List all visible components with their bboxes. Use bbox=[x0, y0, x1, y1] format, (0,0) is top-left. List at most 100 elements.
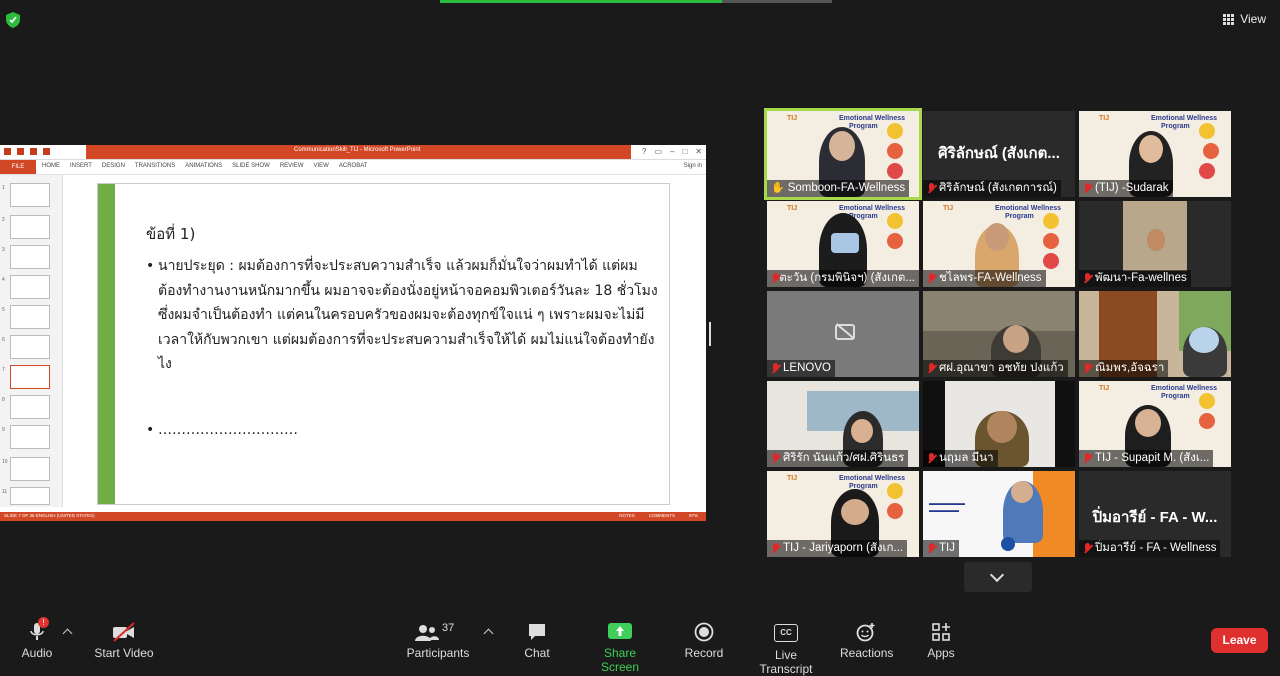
start-video-button[interactable]: Start Video bbox=[92, 622, 156, 660]
thumb-number: 8 bbox=[2, 397, 5, 403]
sign-in-link: Sign in bbox=[683, 163, 702, 169]
participants-count: 37 bbox=[442, 622, 455, 634]
participant-name: TIJ bbox=[923, 540, 959, 557]
gallery-next-page-button[interactable] bbox=[964, 562, 1032, 592]
slide-thumbnail bbox=[10, 487, 50, 505]
ribbon-tab-home: HOME bbox=[42, 163, 60, 169]
thumb-number: 10 bbox=[2, 459, 8, 465]
video-tile[interactable]: ณิมพร,อัจฉรา bbox=[1079, 291, 1231, 377]
split-view-handle[interactable] bbox=[709, 322, 711, 346]
meeting-toolbar: ! Audio Start Video 37 Participants Chat… bbox=[0, 614, 1280, 676]
grid-view-icon bbox=[1223, 13, 1235, 25]
slide-thumbnail bbox=[10, 395, 50, 419]
audio-warning-badge: ! bbox=[38, 617, 49, 628]
share-screen-button[interactable]: Share Screen bbox=[584, 622, 656, 674]
slide-thumbnail bbox=[10, 305, 50, 329]
participant-name: นฤมล มีนา bbox=[923, 450, 998, 467]
slide-thumbnail bbox=[10, 245, 50, 269]
video-tile[interactable]: TIJ Emotional Wellness Program TIJ - Jar… bbox=[767, 471, 919, 557]
live-transcript-label: Live Transcript bbox=[759, 648, 813, 676]
participant-name: พัฒนา-Fa-wellnes bbox=[1079, 270, 1191, 287]
thumb-number: 2 bbox=[2, 217, 5, 223]
mic-muted-icon bbox=[927, 543, 936, 554]
share-screen-icon bbox=[608, 623, 632, 639]
slide-thumbnail bbox=[10, 275, 50, 299]
participant-name: TIJ - Jariyaporn (สังเก... bbox=[767, 540, 908, 557]
record-button[interactable]: Record bbox=[684, 622, 724, 660]
slide-thumbnail bbox=[10, 425, 50, 449]
ribbon-tab-slideshow: SLIDE SHOW bbox=[232, 163, 270, 169]
share-progress-bar bbox=[440, 0, 722, 3]
video-tile[interactable]: ศิริรัก นันแก้ว/ศฝ.ศิรินธร bbox=[767, 381, 919, 467]
participant-name: (TIJ) -Sudarak bbox=[1079, 180, 1173, 197]
mic-muted-icon bbox=[1083, 183, 1092, 194]
closed-caption-icon: CC bbox=[774, 624, 798, 642]
ribbon-tab-design: DESIGN bbox=[101, 163, 125, 169]
ribbon-tab-acrobat: ACROBAT bbox=[338, 163, 368, 169]
presentation-card: ▬▬▬▬▬▬ ▬▬▬▬▬ bbox=[929, 501, 965, 514]
view-label: View bbox=[1240, 12, 1266, 26]
live-transcript-button[interactable]: CC Live Transcript bbox=[748, 622, 824, 676]
participant-name: ✋ Somboon-FA-Wellness bbox=[767, 180, 910, 197]
mic-muted-icon bbox=[1083, 363, 1092, 374]
video-tile[interactable]: TIJ Emotional Wellness Program ชไลพร-FA-… bbox=[923, 201, 1075, 287]
participant-name: ณิมพร,อัจฉรา bbox=[1079, 360, 1169, 377]
participant-name: ศฝ.อุณาขา อชทัย ปงแก้ว bbox=[923, 360, 1068, 377]
thumb-number: 1 bbox=[2, 185, 5, 191]
leave-meeting-button[interactable]: Leave bbox=[1211, 628, 1268, 653]
ppt-title-bar: CommunicationSkill_TIJ - Microsoft Power… bbox=[0, 145, 706, 160]
thumb-number: 3 bbox=[2, 247, 5, 253]
participants-icon bbox=[415, 625, 439, 641]
chat-label: Chat bbox=[524, 646, 550, 660]
slide-accent-bar bbox=[98, 184, 115, 504]
status-notes: NOTES bbox=[619, 513, 635, 518]
start-video-label: Start Video bbox=[94, 646, 154, 660]
video-tile[interactable]: ศฝ.อุณาขา อชทัย ปงแก้ว bbox=[923, 291, 1075, 377]
audio-options-caret[interactable] bbox=[62, 628, 73, 639]
participants-options-caret[interactable] bbox=[483, 628, 494, 639]
slide-thumbnail-selected bbox=[10, 365, 50, 389]
thumb-number: 4 bbox=[2, 277, 5, 283]
status-slide-info: SLIDE 7 OF 36 ENGLISH (UNITED STATES) bbox=[4, 513, 95, 518]
video-tile[interactable]: TIJ Emotional Wellness Program ตะวัน (กร… bbox=[767, 201, 919, 287]
video-tile[interactable]: TIJ Emotional Wellness Program TIJ - Sup… bbox=[1079, 381, 1231, 467]
mic-muted-icon bbox=[1083, 543, 1092, 554]
video-tile[interactable]: พัฒนา-Fa-wellnes bbox=[1079, 201, 1231, 287]
top-bar: View bbox=[0, 0, 1280, 40]
camera-off-icon bbox=[835, 324, 855, 340]
participant-name: ศิริรัก นันแก้ว/ศฝ.ศิรินธร bbox=[767, 450, 909, 467]
video-tile[interactable]: TIJ Emotional Wellness Program ✋ Somboon-… bbox=[764, 108, 922, 200]
thumb-number: 7 bbox=[2, 367, 5, 373]
audio-button[interactable]: ! Audio bbox=[18, 617, 56, 660]
security-shield-icon[interactable] bbox=[6, 12, 20, 28]
record-label: Record bbox=[684, 646, 724, 660]
file-tab: FILE bbox=[0, 160, 36, 174]
video-tile[interactable]: TIJ Emotional Wellness Program (TIJ) -Su… bbox=[1079, 111, 1231, 197]
participants-label: Participants bbox=[406, 646, 470, 660]
status-comments: COMMENTS bbox=[648, 513, 675, 518]
mic-muted-icon bbox=[771, 543, 780, 554]
video-tile[interactable]: นฤมล มีนา bbox=[923, 381, 1075, 467]
shared-screen-powerpoint: CommunicationSkill_TIJ - Microsoft Power… bbox=[0, 145, 706, 521]
ppt-ribbon: FILE HOME INSERT DESIGN TRANSITIONS ANIM… bbox=[0, 160, 706, 175]
participants-button[interactable]: 37 Participants bbox=[406, 622, 470, 660]
video-tile[interactable]: LENOVO bbox=[767, 291, 919, 377]
video-tile[interactable]: ▬▬▬▬▬▬ ▬▬▬▬▬ TIJ bbox=[923, 471, 1075, 557]
video-tile[interactable]: ปิ่มอารีย์ - FA - W... ปิ่มอารีย์ - FA -… bbox=[1079, 471, 1231, 557]
view-button[interactable]: View bbox=[1223, 12, 1266, 26]
mic-muted-icon bbox=[927, 453, 936, 464]
mic-muted-icon bbox=[771, 273, 779, 284]
slide-thumbnail bbox=[10, 215, 50, 239]
participant-display-name: ศิริลักษณ์ (สังเกต... bbox=[938, 145, 1060, 162]
reactions-button[interactable]: Reactions bbox=[840, 622, 893, 660]
chat-button[interactable]: Chat bbox=[520, 622, 554, 660]
reactions-smiley-icon bbox=[856, 623, 875, 642]
participant-name: ตะวัน (กรมพินิจฯ) (สังเกต... bbox=[767, 270, 919, 287]
slide-thumbnail bbox=[10, 335, 50, 359]
mic-muted-icon bbox=[927, 273, 936, 284]
participant-name: TIJ - Supapit M. (สังเ... bbox=[1079, 450, 1214, 467]
video-tile[interactable]: ศิริลักษณ์ (สังเกต... ศิริลักษณ์ (สังเกต… bbox=[923, 111, 1075, 197]
slide-bullet-1: นายประยุด : ผมต้องการที่จะประสบความสำเร็… bbox=[146, 254, 658, 377]
apps-button[interactable]: Apps bbox=[924, 622, 958, 660]
mic-muted-icon bbox=[771, 453, 780, 464]
